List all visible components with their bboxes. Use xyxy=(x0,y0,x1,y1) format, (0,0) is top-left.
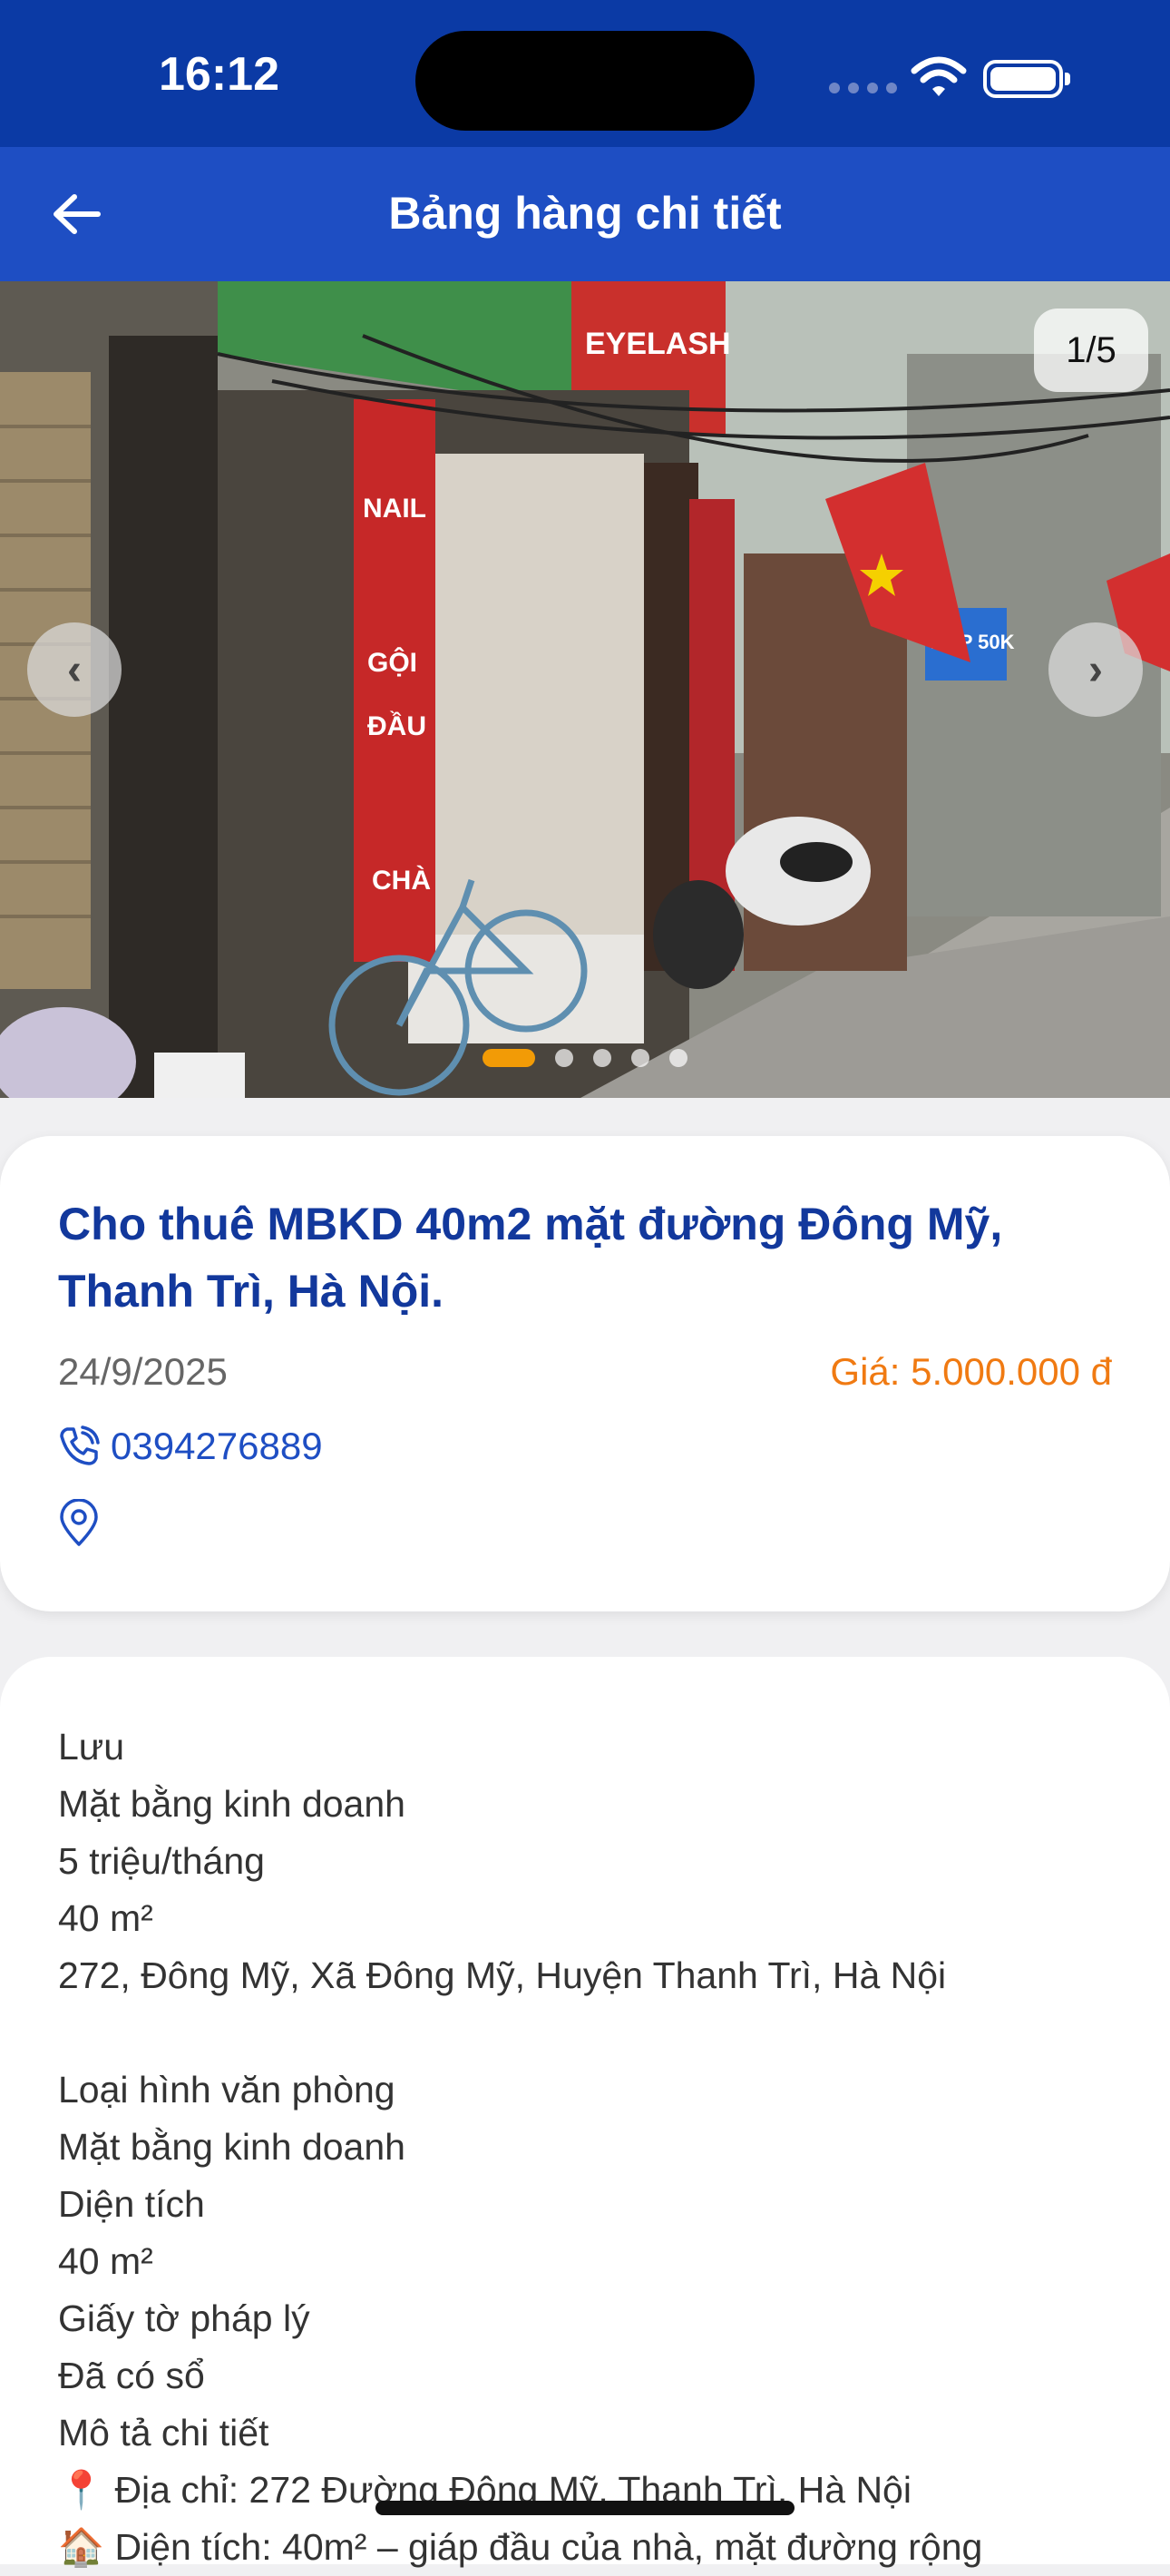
description-line: Mặt bằng kinh doanh xyxy=(58,2126,405,2168)
image-counter: 1/5 xyxy=(1034,309,1148,392)
chevron-right-icon: › xyxy=(1088,645,1103,694)
page-indicator[interactable] xyxy=(483,1049,707,1067)
svg-text:NAIL: NAIL xyxy=(363,494,426,524)
description-line xyxy=(58,2004,1128,2062)
description-line: 40 m² xyxy=(58,1897,153,1939)
app-bar: Bảng hàng chi tiết xyxy=(0,147,1170,281)
next-image-button[interactable]: › xyxy=(1048,622,1143,717)
description-line: Lưu xyxy=(58,1726,125,1768)
phone-link[interactable]: 0394276889 xyxy=(58,1425,323,1468)
listing-title: Cho thuê MBKD 40m2 mặt đường Đông Mỹ, Th… xyxy=(58,1199,1003,1317)
description-line: Mô tả chi tiết xyxy=(58,2412,269,2454)
image-gallery[interactable]: EYELASH NAIL GỘI ĐẦU CHÀ NẠP 50K 1/5 ‹ › xyxy=(0,281,1170,1098)
description-line: Đã có sổ xyxy=(58,2355,205,2396)
cellular-signal-icon xyxy=(829,82,905,98)
listing-info-card: Cho thuê MBKD 40m2 mặt đường Đông Mỹ, Th… xyxy=(0,1136,1170,1611)
description-line: 272, Đông Mỹ, Xã Đông Mỹ, Huyện Thanh Tr… xyxy=(58,1954,947,1996)
status-bar: 16:12 xyxy=(0,0,1170,147)
location-pin-icon[interactable] xyxy=(58,1498,100,1552)
page-dot[interactable] xyxy=(483,1049,535,1067)
description-line: 5 triệu/tháng xyxy=(58,1840,265,1882)
chevron-left-icon: ‹ xyxy=(67,645,82,694)
status-time: 16:12 xyxy=(159,48,279,101)
battery-icon xyxy=(983,60,1070,98)
svg-text:ĐẦU: ĐẦU xyxy=(367,710,426,741)
description-line: Loại hình văn phòng xyxy=(58,2069,395,2111)
page-dot[interactable] xyxy=(593,1049,611,1067)
home-indicator[interactable] xyxy=(375,2501,795,2515)
wifi-icon xyxy=(911,56,967,103)
listing-date: 24/9/2025 xyxy=(58,1350,228,1393)
description-line: Mặt bằng kinh doanh xyxy=(58,1783,405,1825)
page-dot[interactable] xyxy=(669,1049,687,1067)
page-title: Bảng hàng chi tiết xyxy=(388,188,782,239)
dynamic-island xyxy=(415,31,755,131)
svg-text:CHÀ: CHÀ xyxy=(372,865,431,896)
description-line: Giấy tờ pháp lý xyxy=(58,2297,310,2339)
page-dot[interactable] xyxy=(555,1049,573,1067)
svg-text:EYELASH: EYELASH xyxy=(585,327,731,361)
phone-icon xyxy=(60,1425,100,1465)
svg-text:GỘI: GỘI xyxy=(367,647,417,678)
description-card: Lưu Mặt bằng kinh doanh 5 triệu/tháng 40… xyxy=(0,1657,1170,2568)
description-line: 40 m² xyxy=(58,2240,153,2282)
phone-number: 0394276889 xyxy=(111,1425,323,1467)
description-text: Lưu Mặt bằng kinh doanh 5 triệu/tháng 40… xyxy=(58,1719,1128,2576)
description-line: Diện tích xyxy=(58,2183,205,2225)
page-dot[interactable] xyxy=(631,1049,649,1067)
listing-price: Giá: 5.000.000 đ xyxy=(830,1350,1112,1393)
property-photo: EYELASH NAIL GỘI ĐẦU CHÀ NẠP 50K xyxy=(0,281,1170,1098)
previous-image-button[interactable]: ‹ xyxy=(27,622,122,717)
description-line: 🏠 Diện tích: 40m² – giáp đầu của nhà, mặ… xyxy=(58,2526,983,2568)
